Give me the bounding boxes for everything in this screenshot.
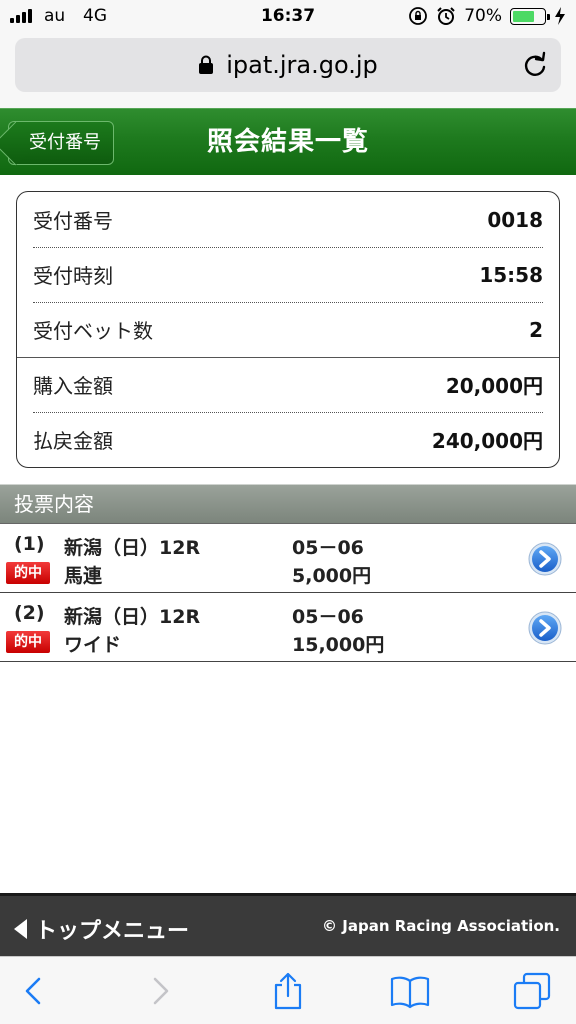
hit-badge: 的中	[6, 562, 50, 584]
summary-label: 受付時刻	[33, 264, 113, 288]
bet-list-item[interactable]: (1) 新潟（日）12R 05－06 的中 馬連 5,000円	[0, 525, 576, 593]
hit-badge: 的中	[6, 631, 50, 653]
status-bar: au 4G 16:37 70%	[0, 0, 576, 34]
browser-toolbar	[0, 956, 576, 1024]
top-menu-link[interactable]: トップメニュー	[14, 913, 189, 945]
summary-label: 受付番号	[33, 209, 113, 233]
bet-type: 馬連	[64, 565, 103, 587]
back-button-label: 受付番号	[29, 132, 101, 153]
summary-row-purchase-amount: 購入金額 20,000円	[33, 357, 543, 412]
bet-race: 新潟（日）12R	[64, 537, 201, 559]
url-text: ipat.jra.go.jp	[226, 51, 378, 79]
bet-combination: 05－06	[292, 606, 364, 628]
battery-icon	[510, 7, 550, 25]
battery-percent: 70%	[464, 6, 502, 26]
share-icon[interactable]	[268, 971, 308, 1011]
bet-list-item[interactable]: (2) 新潟（日）12R 05－06 的中 ワイド 15,000円	[0, 594, 576, 662]
bet-race: 新潟（日）12R	[64, 606, 201, 628]
summary-value: 240,000円	[431, 429, 543, 453]
copyright-text: © Japan Racing Association.	[322, 917, 560, 935]
triangle-left-icon	[14, 919, 27, 939]
summary-row-receipt-time: 受付時刻 15:58	[33, 247, 543, 302]
bet-number: (1)	[14, 533, 45, 555]
chevron-right-icon[interactable]	[528, 542, 562, 576]
summary-value: 2	[529, 317, 543, 342]
address-bar[interactable]: ipat.jra.go.jp	[15, 38, 561, 92]
bet-amount: 15,000円	[292, 634, 385, 656]
bookmarks-icon[interactable]	[390, 971, 430, 1011]
rotation-lock-icon	[409, 7, 428, 25]
browser-address-area: ipat.jra.go.jp	[0, 34, 576, 108]
summary-row-receipt-number: 受付番号 0018	[33, 192, 543, 247]
summary-label: 購入金額	[33, 374, 113, 398]
bet-type: ワイド	[64, 634, 122, 656]
alarm-icon	[437, 7, 455, 25]
summary-value: 0018	[487, 207, 543, 232]
chevron-right-icon[interactable]	[528, 611, 562, 645]
summary-row-bet-count: 受付ベット数 2	[33, 302, 543, 357]
forward-arrow-icon[interactable]	[140, 971, 180, 1011]
summary-value: 15:58	[479, 262, 543, 287]
bet-combination: 05－06	[292, 537, 364, 559]
summary-label: 受付ベット数	[33, 319, 153, 343]
summary-label: 払戻金額	[33, 429, 113, 453]
tabs-icon[interactable]	[512, 971, 552, 1011]
top-menu-label: トップメニュー	[35, 919, 190, 944]
back-arrow-icon[interactable]	[14, 971, 54, 1011]
summary-card: 受付番号 0018 受付時刻 15:58 受付ベット数 2 購入金額 20,00…	[16, 191, 560, 468]
page-header: 受付番号 照会結果一覧	[0, 108, 576, 175]
reload-icon[interactable]	[521, 51, 549, 79]
charging-bolt-icon	[555, 7, 565, 25]
bet-amount: 5,000円	[292, 565, 372, 587]
lock-icon	[199, 55, 214, 74]
bet-number: (2)	[14, 602, 45, 624]
summary-row-payout-amount: 払戻金額 240,000円	[33, 412, 543, 467]
page-footer: トップメニュー © Japan Racing Association.	[0, 893, 576, 956]
summary-value: 20,000円	[445, 374, 543, 398]
section-header-bet-contents: 投票内容	[0, 484, 576, 524]
